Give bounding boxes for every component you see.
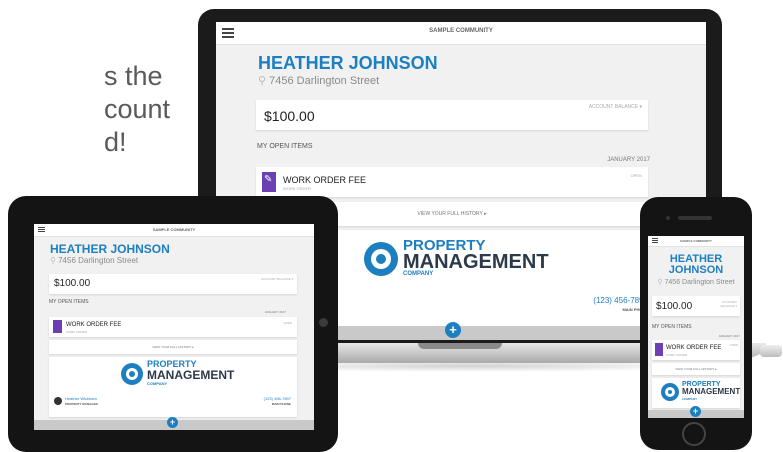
tablet-logo-line-3: COMPANY — [147, 381, 168, 386]
manager-name[interactable]: Heather Wickham — [65, 396, 97, 401]
phone-work-order-subtitle: WORK ORDER — [666, 353, 687, 357]
phone-home-button — [682, 422, 706, 446]
logo-line-2: MANAGEMENT — [403, 251, 549, 273]
phone-company-card: PROPERTY MANAGEMENT COMPANY — [652, 378, 740, 408]
tablet-plus-icon: + — [169, 417, 176, 427]
phone-community-title: SAMPLE COMMUNITY — [680, 239, 712, 243]
phone-resident-name: HEATHER JOHNSON — [648, 254, 744, 276]
plus-icon: + — [449, 322, 457, 337]
phone-logo-line-3: COMPANY — [682, 397, 698, 401]
tablet-month-label: JANUARY 2017 — [264, 310, 286, 314]
tablet-screen: SAMPLE COMMUNITY HEATHER JOHNSON ⚲ 7456 … — [34, 224, 314, 430]
laptop-notch — [418, 343, 502, 349]
tablet-work-order-subtitle: WORK ORDER — [66, 330, 87, 334]
logo-line-3: COMPANY — [403, 271, 434, 277]
phone-location-pin-icon: ⚲ — [657, 279, 663, 286]
phone-balance-label-2: BALANCE ▾ — [720, 304, 737, 308]
phone-history-link[interactable]: VIEW YOUR FULL HISTORY ▸ — [652, 367, 740, 371]
balance-label[interactable]: ACCOUNT BALANCE ▾ — [589, 104, 642, 110]
phone-month-label: JANUARY 2017 — [718, 334, 740, 338]
month-label: JANUARY 2017 — [607, 157, 650, 163]
phone-logo-line-2: MANAGEMENT — [682, 387, 741, 396]
tablet-topbar: SAMPLE COMMUNITY — [34, 224, 314, 237]
resident-name: HEATHER JOHNSON — [258, 53, 438, 73]
tablet-home-button — [319, 318, 328, 327]
phone-screen: SAMPLE COMMUNITY HEATHER JOHNSON ⚲ 7456 … — [648, 236, 744, 418]
tablet-logo-line-2: MANAGEMENT — [147, 368, 235, 382]
manager-role: PROPERTY MANAGER — [65, 402, 98, 406]
phone-add-button[interactable]: + — [690, 406, 701, 417]
tablet-balance-amount: $100.00 — [54, 278, 91, 289]
app-topbar: SAMPLE COMMUNITY — [216, 22, 706, 45]
open-items-label: MY OPEN ITEMS — [257, 143, 313, 150]
phone-camera — [666, 216, 670, 220]
work-order-title: WORK ORDER FEE — [283, 175, 367, 185]
phone-balance-card[interactable]: $100.00 ACCOUNT BALANCE ▾ — [652, 296, 740, 316]
work-order-status: OPEN — [630, 173, 642, 178]
phone-address-text: 7456 Darlington Street — [664, 279, 735, 286]
location-pin-icon: ⚲ — [258, 75, 267, 87]
balance-amount: $100.00 — [264, 108, 315, 124]
phone-wrench-icon — [655, 343, 663, 356]
phone-work-order-card[interactable]: WORK ORDER FEE WORK ORDER OPEN — [652, 340, 740, 360]
phone-work-order-title: WORK ORDER FEE — [666, 345, 722, 351]
phone-work-order-status: OPEN — [729, 343, 738, 347]
phone-resident-address: ⚲ 7456 Darlington Street — [648, 278, 744, 286]
tablet-location-pin-icon: ⚲ — [50, 256, 56, 265]
tablet-company-card: PROPERTY MANAGEMENT COMPANY Heather Wick… — [49, 357, 297, 417]
tablet-main-phone[interactable]: (123) 456-7897 — [264, 396, 291, 401]
tablet-work-order-card[interactable]: WORK ORDER FEE WORK ORDER OPEN — [49, 317, 297, 337]
community-title: SAMPLE COMMUNITY — [429, 28, 493, 34]
manager-avatar — [54, 397, 62, 405]
tablet-add-button[interactable]: + — [167, 417, 178, 428]
phone-plus-icon: + — [692, 406, 699, 416]
phone-open-items-label: MY OPEN ITEMS — [652, 324, 692, 330]
phone-balance-amount: $100.00 — [656, 301, 693, 312]
tablet-balance-label[interactable]: ACCOUNT BALANCE ▾ — [261, 277, 293, 281]
tablet-address-text: 7456 Darlington Street — [58, 256, 139, 265]
balance-card[interactable]: $100.00 ACCOUNT BALANCE ▾ — [256, 100, 648, 130]
tablet-wrench-icon — [53, 320, 62, 333]
phone-topbar: SAMPLE COMMUNITY — [648, 236, 744, 247]
phone-speaker — [678, 216, 712, 220]
work-order-subtitle: WORK ORDER — [283, 186, 311, 191]
tablet-work-order-title: WORK ORDER FEE — [66, 322, 122, 328]
tablet-work-order-status: OPEN — [283, 321, 292, 325]
phone-side-cable — [760, 345, 782, 357]
tablet-history-row[interactable]: VIEW YOUR FULL HISTORY ▸ — [49, 340, 297, 354]
phone-name-line-2: JOHNSON — [668, 264, 724, 276]
phone-history-row[interactable]: VIEW YOUR FULL HISTORY ▸ — [652, 363, 740, 375]
resident-address: ⚲ 7456 Darlington Street — [258, 74, 379, 87]
work-order-card[interactable]: ✎ WORK ORDER FEE WORK ORDER OPEN — [256, 167, 648, 197]
wrench-icon: ✎ — [262, 172, 276, 192]
tablet-community-title: SAMPLE COMMUNITY — [152, 227, 196, 232]
tablet-resident-address: ⚲ 7456 Darlington Street — [50, 256, 138, 265]
tablet-open-items-label: MY OPEN ITEMS — [49, 299, 89, 305]
tablet-main-phone-label: MAIN PHONE — [271, 402, 291, 406]
phone-balance-label[interactable]: ACCOUNT BALANCE ▾ — [721, 300, 737, 308]
tablet-resident-name: HEATHER JOHNSON — [50, 242, 170, 256]
address-text: 7456 Darlington Street — [269, 75, 380, 87]
tablet-history-link[interactable]: VIEW YOUR FULL HISTORY ▸ — [49, 345, 297, 349]
tablet-balance-card[interactable]: $100.00 ACCOUNT BALANCE ▾ — [49, 274, 297, 294]
add-button[interactable]: + — [445, 322, 461, 338]
